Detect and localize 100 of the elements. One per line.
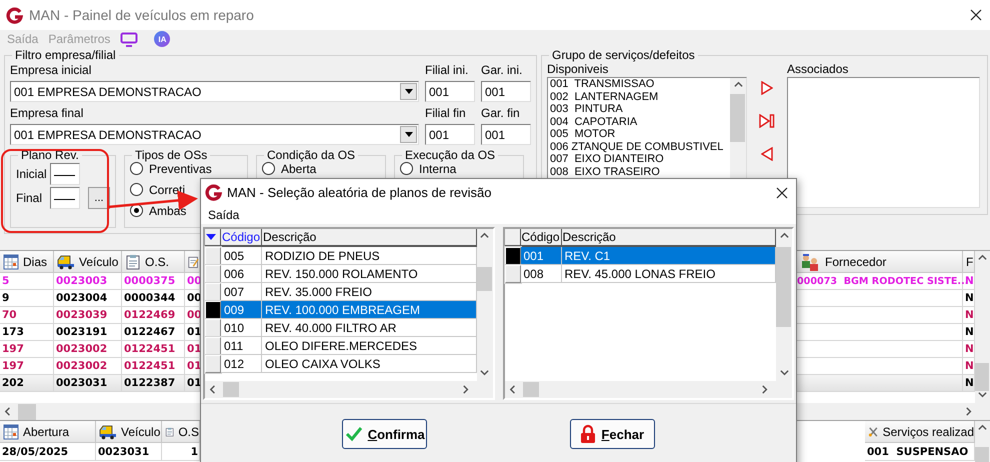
caret-icon [404,89,412,94]
branch-field[interactable]: 001 [425,124,475,145]
scroll-thumb[interactable] [476,267,492,291]
scroll-thumb[interactable] [18,404,36,420]
dropdown-button[interactable] [400,126,417,143]
ia-button[interactable]: IA [154,31,170,47]
column-header[interactable]: Código [221,229,262,247]
table-row[interactable]: 010 REV. 40.000 FILTRO AR [205,319,476,337]
column-header[interactable]: Abertura [0,421,96,443]
column-header[interactable]: F [963,251,975,273]
dialog-title: MAN - Seleção aleatória de planos de revisão [227,185,492,200]
vertical-scrollbar[interactable] [975,421,990,462]
row-indicator[interactable] [504,247,520,265]
company-select[interactable]: 001 EMPRESA DEMONSTRACAO [10,124,419,145]
branch-field[interactable]: 001 [425,81,475,102]
table-row[interactable]: 011 OLEO DIFERE.MERCEDES [205,337,476,355]
group-title: Condição da OS [266,148,356,162]
chevron-left-icon[interactable] [4,407,13,416]
chevron-down-icon[interactable] [480,369,489,378]
scroll-thumb[interactable] [223,382,239,397]
vertical-scrollbar[interactable] [476,229,492,381]
radio-button[interactable] [262,162,275,175]
table-cell: 008 [520,265,562,283]
scroll-thumb[interactable] [730,94,745,142]
group-title: Filtro empresa/filial [14,48,117,62]
vertical-scrollbar[interactable] [975,251,990,403]
dropdown-button[interactable] [400,83,417,100]
list-item[interactable]: 005 MOTOR [550,128,730,140]
monitor-icon[interactable] [120,32,138,46]
van-icon [57,254,75,270]
list-item[interactable]: 003 PINTURA [550,103,730,116]
table-row[interactable]: 006 REV. 150.000 ROLAMENTO [205,265,476,283]
confirm-button[interactable]: Confirma [342,419,428,449]
list-item[interactable]: 007 EIXO DIANTEIRO [550,153,730,166]
field-label: Filial fin [425,105,466,121]
table-cell: REV. 150.000 ROLAMENTO [262,265,476,283]
table-cell: OLEO CAIXA VOLKS [262,355,476,373]
list-item[interactable]: 006 ZTANQUE DE COMBUSTIVEL [550,140,730,153]
scroll-thumb[interactable] [975,363,989,391]
vertical-scrollbar[interactable] [776,229,792,381]
table-cell: 001 [520,247,562,265]
row-indicator[interactable] [205,301,221,319]
column-header[interactable] [185,251,200,273]
radio-button[interactable] [400,162,413,175]
list-item[interactable]: 004 CAPOTARIA [550,116,730,128]
column-header[interactable]: O.S. [122,251,185,273]
chevron-left-icon[interactable] [508,385,518,394]
column-header[interactable]: Descrição [262,229,476,247]
column-header[interactable]: Código [520,229,562,247]
chevron-right-icon[interactable] [462,385,470,394]
field-label: Gar. ini. [481,62,522,78]
table-cell: REV. 35.000 FREIO [262,283,476,301]
table-cell: 007 [221,283,262,301]
move-all-button[interactable] [759,113,775,129]
group-title: Execução da OS [404,148,496,162]
plan-field[interactable] [50,163,80,185]
chevron-left-icon[interactable] [209,385,218,394]
table-row[interactable]: 001 REV. C1 [504,247,776,265]
field-label: Filial ini. [425,62,468,78]
browse-button[interactable]: ... [88,187,110,209]
garage-field[interactable]: 001 [481,124,531,145]
scroll-thumb[interactable] [522,382,538,397]
move-left-button[interactable] [759,146,775,162]
column-header[interactable]: Dias [0,251,54,273]
chevron-down-icon[interactable] [780,369,788,378]
scroll-thumb[interactable] [975,447,989,462]
radio-button[interactable] [130,183,143,196]
column-header[interactable]: Veículo [54,251,122,273]
column-header[interactable]: Fornecedor [796,251,963,273]
radio-button[interactable] [130,162,143,175]
chevron-right-icon[interactable] [965,406,974,416]
column-header[interactable]: Veículo [96,421,162,443]
list-item[interactable]: 002 LANTERNAGEM [550,90,730,103]
list-item[interactable]: 008 EIXO TRASEIRO [550,166,730,178]
close-button[interactable]: Fechar [570,419,655,449]
table-cell: REV. 40.000 FILTRO AR [262,319,476,337]
close-icon[interactable] [970,9,982,21]
table-row[interactable]: 008 REV. 45.000 LONAS FREIO [504,265,776,283]
table-row[interactable]: 005 RODIZIO DE PNEUS [205,247,476,265]
plan-field[interactable] [50,187,80,209]
company-select[interactable]: 001 EMPRESA DEMONSTRACAO [10,81,419,102]
garage-field[interactable]: 001 [481,81,531,102]
column-header[interactable]: O.S [162,421,200,443]
chevron-right-icon[interactable] [761,385,770,394]
logo-icon [205,184,222,201]
list-item[interactable]: 001 TRANSMISSAO [550,78,730,90]
table-cell: OLEO DIFERE.MERCEDES [262,337,476,355]
table-row[interactable]: 007 REV. 35.000 FREIO [205,283,476,301]
table-row[interactable]: 009 REV. 100.000 EMBREAGEM [205,301,476,319]
table-row[interactable]: 012 OLEO CAIXA VOLKS [205,355,476,373]
column-header[interactable]: Descrição [562,229,776,247]
chevron-down-icon[interactable] [978,391,987,400]
close-icon[interactable] [776,186,788,198]
scroll-thumb[interactable] [776,247,791,327]
menu-item[interactable]: Saída [208,208,240,222]
table-cell: 006 [221,265,262,283]
move-right-button[interactable] [759,80,775,96]
column-header[interactable]: Serviços realizad [865,421,975,443]
calendar-icon [3,424,19,440]
list-label: Disponiveis [547,62,610,77]
